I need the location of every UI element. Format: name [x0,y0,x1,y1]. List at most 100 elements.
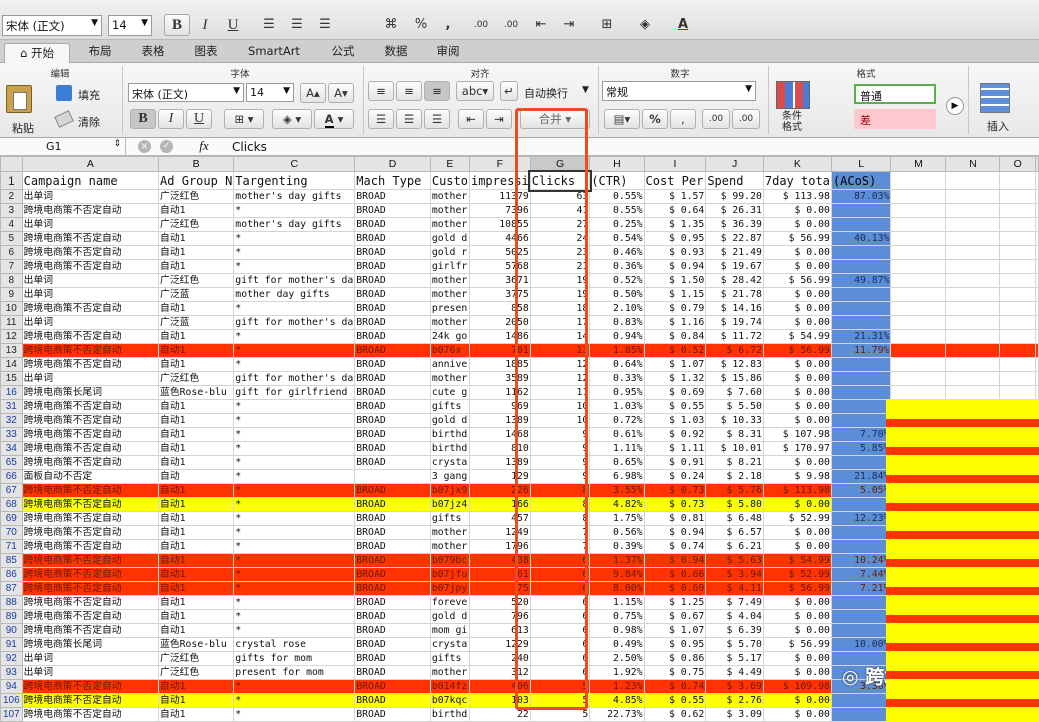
empty-cell[interactable] [1035,581,1039,596]
cell[interactable]: 61 [468,567,531,582]
empty-cell[interactable] [890,371,947,386]
cell[interactable]: * [233,595,356,610]
cell[interactable]: $ 1.35 [643,217,707,232]
empty-cell[interactable] [890,259,947,274]
empty-cell[interactable] [890,623,947,638]
cell[interactable]: $ 0.00 [762,595,832,610]
cell[interactable]: $ 0.66 [643,567,707,582]
empty-cell[interactable] [945,609,1001,624]
cell[interactable]: 广泛红色 [158,217,235,232]
cell[interactable]: $ 4.11 [705,581,764,596]
cell[interactable]: 9 [529,441,591,456]
cell[interactable]: 0.54% [589,231,645,246]
cell[interactable]: BROAD [354,329,431,344]
cell[interactable]: $ 0.00 [762,287,832,302]
cell[interactable]: $ 0.73 [643,497,707,512]
cell[interactable]: birthd [429,427,470,442]
cell[interactable]: 5 [529,707,591,722]
paste-label[interactable]: 粘贴 [12,120,34,136]
empty-cell[interactable] [1035,315,1039,330]
empty-cell[interactable] [945,343,1001,358]
empty-cell[interactable] [1035,371,1039,386]
cell[interactable]: 跨境电商策不否定自动 [21,567,160,582]
cell[interactable]: 跨境电商策不否定自动 [21,581,160,596]
cell[interactable]: 3671 [468,273,531,288]
cell[interactable]: 跨境电商策不否定自动 [21,203,160,218]
empty-cell[interactable] [945,413,1001,428]
cell[interactable]: BROAD [354,385,431,400]
empty-cell[interactable] [1035,441,1039,456]
cell[interactable]: 6 [529,623,591,638]
cell[interactable]: $ 99.20 [705,189,764,204]
cell[interactable]: 0.50% [589,287,645,302]
empty-cell[interactable] [945,511,1001,526]
cell[interactable]: 蓝色Rose-blu [158,385,235,400]
cell[interactable]: 796 [468,609,531,624]
empty-cell[interactable] [890,385,947,400]
fill-down-icon[interactable] [56,85,72,101]
cell[interactable]: $ 0.79 [643,301,707,316]
cell[interactable]: * [233,245,356,260]
cell[interactable]: 自动1 [158,595,235,610]
ribbon-inc-decimal-icon[interactable]: .00 [702,109,730,129]
cell[interactable]: BROAD [354,525,431,540]
cell[interactable]: 406 [468,679,531,694]
cell[interactable]: 自动1 [158,301,235,316]
empty-cell[interactable] [999,497,1036,512]
cell[interactable]: 跨境电商策不否定自动 [21,511,160,526]
empty-cell[interactable] [890,329,947,344]
cell[interactable]: 10855 [468,217,531,232]
cell[interactable] [830,399,892,414]
paste-icon[interactable] [6,85,32,113]
tab-data[interactable]: 数据 [372,42,420,62]
align-bottom-icon[interactable]: ≡ [424,81,450,101]
bold-button[interactable]: B [164,14,190,36]
empty-cell[interactable] [999,525,1036,540]
empty-cell[interactable] [1035,637,1039,652]
cell[interactable]: $ 0.95 [643,637,707,652]
cell[interactable]: BROAD [354,413,431,428]
cell[interactable]: BROAD [354,483,431,498]
cell[interactable]: $ 15.86 [705,371,764,386]
header-cell[interactable]: Campaign name [21,171,160,190]
cell[interactable]: 跨境电商策不否定自动 [21,623,160,638]
cell[interactable]: $ 0.00 [762,357,832,372]
cell[interactable]: 出单词 [21,371,160,386]
cell[interactable]: $ 0.00 [762,413,832,428]
cell[interactable]: 9 [529,455,591,470]
row-header[interactable]: 15 [0,371,23,386]
cell[interactable]: 跨境电商策不否定自动 [21,441,160,456]
cell[interactable]: 9.84% [589,567,645,582]
cell[interactable]: * [233,609,356,624]
cell[interactable]: 0.64% [589,357,645,372]
style-bad[interactable]: 差 [854,109,936,129]
cell[interactable]: 0.39% [589,539,645,554]
cell[interactable]: $ 4.49 [705,665,764,680]
cell[interactable]: * [233,259,356,274]
empty-cell[interactable] [1035,609,1039,624]
cell[interactable]: 自动1 [158,203,235,218]
tab-layout[interactable]: 布局 [78,42,122,62]
cell[interactable]: 1796 [468,539,531,554]
row-header[interactable]: 9 [0,287,23,302]
cell[interactable]: 0.75% [589,609,645,624]
empty-cell[interactable] [1035,287,1039,302]
cell[interactable]: 7.44% [830,567,892,582]
cell[interactable]: b076x [429,343,470,358]
chevron-down-icon[interactable]: ▼ [582,85,589,95]
accounting-icon[interactable]: ▤▾ [604,109,640,129]
cell[interactable]: 8 [529,497,591,512]
cell[interactable]: $ 19.67 [705,259,764,274]
empty-cell[interactable] [890,455,947,470]
cell[interactable]: mother's day gifts [233,217,356,232]
cell[interactable]: 10.00% [830,637,892,652]
cell[interactable]: 0.36% [589,259,645,274]
cell[interactable]: 自动1 [158,567,235,582]
cell[interactable]: $ 54.99 [762,553,832,568]
empty-cell[interactable] [999,567,1036,582]
empty-cell[interactable] [999,287,1036,302]
cell[interactable]: 13 [529,343,591,358]
cell[interactable]: $ 6.72 [705,343,764,358]
cell[interactable]: 6 [529,637,591,652]
cell[interactable]: 跨境电商策不否定自动 [21,539,160,554]
